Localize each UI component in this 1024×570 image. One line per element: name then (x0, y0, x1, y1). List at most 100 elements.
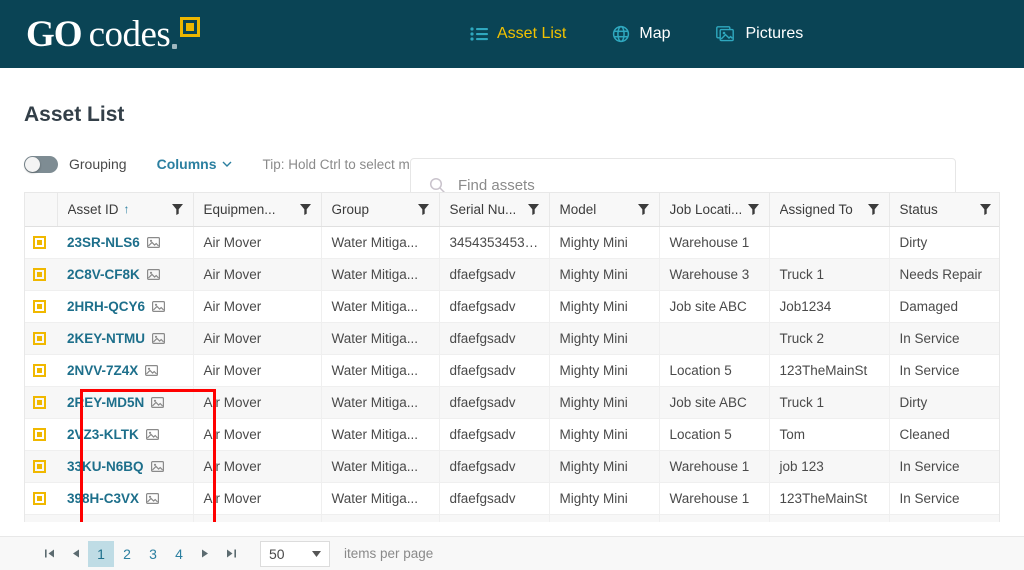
picture-icon[interactable] (150, 460, 164, 472)
cell-asset-id[interactable]: 23SR-NLS6 (57, 226, 194, 259)
cell-group: Water Mitiga... (321, 258, 440, 291)
header-row: Asset ID ↑ Equipmen... Group Serial Nu..… (25, 193, 999, 227)
asset-id-link[interactable]: 2NVV-7Z4X (67, 363, 138, 378)
last-page-button[interactable] (218, 541, 244, 567)
next-page-button[interactable] (192, 541, 218, 567)
cell-group: Water Mitiga... (321, 514, 440, 522)
picture-icon[interactable] (146, 236, 160, 248)
cell-model: Mighty Mini (549, 322, 660, 355)
th-equipment[interactable]: Equipmen... (193, 193, 322, 227)
th-serial-number[interactable]: Serial Nu... (439, 193, 550, 227)
qr-tag-icon[interactable] (25, 386, 57, 419)
cell-job-location: Warehouse 1 (659, 482, 770, 515)
asset-id-link[interactable]: 2REY-MD5N (67, 395, 144, 410)
cell-asset-id[interactable]: 398H-C3VX (57, 482, 194, 515)
prev-page-button[interactable] (62, 541, 88, 567)
nav-label-pictures: Pictures (745, 25, 804, 42)
cell-model: Mighty Mini (549, 386, 660, 419)
table-row[interactable]: 398H-C3VX Air Mover Water Mitiga... dfaefgs… (25, 482, 999, 515)
cell-assigned-to: Job1234 (769, 290, 890, 323)
cell-asset-id[interactable]: 2KEY-NTMU (57, 322, 194, 355)
table-row[interactable]: 2VZ3-KLTK Air Mover Water Mitiga... dfaefgs… (25, 418, 999, 451)
qr-tag-icon[interactable] (25, 290, 57, 323)
filter-icon[interactable] (417, 203, 429, 215)
th-model[interactable]: Model (549, 193, 660, 227)
th-group[interactable]: Group (321, 193, 440, 227)
qr-tag-icon[interactable] (25, 450, 57, 483)
table-row[interactable]: 23SR-NLS6 Air Mover Water Mitiga... 3454353… (25, 226, 999, 259)
nav-item-asset-list[interactable]: Asset List (470, 25, 566, 43)
page-button-1[interactable]: 1 (88, 540, 114, 567)
table-row[interactable]: 2C8V-CF8K Air Mover Water Mitiga... dfaefgs… (25, 258, 999, 291)
qr-tag-icon[interactable] (25, 514, 57, 522)
cell-equipment: Air Mover (193, 386, 322, 419)
cell-job-location: Warehouse 1 (659, 514, 770, 522)
th-asset-id[interactable]: Asset ID ↑ (57, 193, 194, 227)
nav-item-map[interactable]: Map (612, 25, 670, 43)
qr-tag-icon[interactable] (25, 322, 57, 355)
cell-serial: dfaefgsadv (439, 386, 550, 419)
filter-icon[interactable] (171, 203, 183, 215)
cell-equipment: Air Mover (193, 482, 322, 515)
asset-id-link[interactable]: 2KEY-NTMU (67, 331, 145, 346)
asset-id-link[interactable]: 33KU-N6BQ (67, 459, 144, 474)
page-button-3[interactable]: 3 (140, 541, 166, 567)
th-status[interactable]: Status (889, 193, 999, 227)
th-assigned-to[interactable]: Assigned To (769, 193, 890, 227)
filter-icon[interactable] (747, 203, 759, 215)
qr-tag-icon[interactable] (25, 418, 57, 451)
picture-icon[interactable] (146, 268, 160, 280)
cell-job-location: Job site ABC (659, 290, 770, 323)
first-page-button[interactable] (36, 541, 62, 567)
qr-tag-icon[interactable] (25, 482, 57, 515)
nav-item-pictures[interactable]: Pictures (716, 25, 803, 43)
grouping-toggle[interactable] (24, 155, 58, 173)
nav-label-map: Map (639, 25, 671, 42)
th-job-location[interactable]: Job Locati... (659, 193, 770, 227)
picture-icon[interactable] (152, 300, 166, 312)
cell-asset-id[interactable]: 2NVV-7Z4X (57, 354, 194, 387)
asset-id-link[interactable]: 398H-C3VX (67, 491, 139, 506)
cell-asset-id[interactable]: 2VZ3-KLTK (57, 418, 194, 451)
cell-asset-id[interactable]: 2C8V-CF8K (57, 258, 194, 291)
table-row[interactable]: 2KEY-NTMU Air Mover Water Mitiga... dfaefgs… (25, 322, 999, 355)
th-job-location-label: Job Locati... (669, 201, 743, 217)
filter-icon[interactable] (299, 203, 311, 215)
table-row[interactable]: 2REY-MD5N Air Mover Water Mitiga... dfaefgs… (25, 386, 999, 419)
qr-tag-icon[interactable] (25, 258, 57, 291)
cell-asset-id[interactable]: 2REY-MD5N (57, 386, 194, 419)
picture-icon[interactable] (145, 428, 159, 440)
sort-ascending-icon[interactable]: ↑ (124, 202, 130, 216)
filter-icon[interactable] (979, 203, 991, 215)
picture-icon[interactable] (152, 332, 166, 344)
cell-job-location: Warehouse 1 (659, 450, 770, 483)
cell-asset-id[interactable]: 33KU-N6BQ (57, 450, 194, 483)
filter-icon[interactable] (527, 203, 539, 215)
page-button-4[interactable]: 4 (166, 541, 192, 567)
columns-dropdown[interactable]: Columns (157, 156, 233, 172)
gocodes-logo[interactable]: GO codes (26, 16, 201, 53)
cell-serial: dfaefgsadv (439, 418, 550, 451)
cell-status: In Service (889, 322, 999, 355)
picture-icon[interactable] (151, 396, 165, 408)
page-button-2[interactable]: 2 (114, 541, 140, 567)
qr-tag-icon[interactable] (25, 354, 57, 387)
table-row[interactable]: 2NVV-7Z4X Air Mover Water Mitiga... dfaefgs… (25, 354, 999, 387)
qr-tag-icon[interactable] (25, 226, 57, 259)
asset-id-link[interactable]: 23SR-NLS6 (67, 235, 140, 250)
asset-id-link[interactable]: 2VZ3-KLTK (67, 427, 139, 442)
cell-asset-id[interactable]: 3JNT-5449 (57, 514, 194, 522)
table-row[interactable]: 3JNT-5449DehumidifierWater Mitiga...asdf… (25, 514, 999, 522)
filter-icon[interactable] (867, 203, 879, 215)
asset-id-link[interactable]: 2C8V-CF8K (67, 267, 140, 282)
asset-id-link[interactable]: 2HRH-QCY6 (67, 299, 145, 314)
table-row[interactable]: 2HRH-QCY6 Air Mover Water Mitiga... dfaefgs… (25, 290, 999, 323)
filter-icon[interactable] (637, 203, 649, 215)
picture-icon[interactable] (146, 492, 160, 504)
cell-asset-id[interactable]: 2HRH-QCY6 (57, 290, 194, 323)
search-input[interactable] (458, 176, 937, 194)
picture-icon[interactable] (145, 364, 159, 376)
table-row[interactable]: 33KU-N6BQ Air Mover Water Mitiga... dfaefgs… (25, 450, 999, 483)
asset-table-head: Asset ID ↑ Equipmen... Group Serial Nu..… (25, 193, 999, 227)
page-size-select[interactable]: 50 (260, 540, 330, 567)
